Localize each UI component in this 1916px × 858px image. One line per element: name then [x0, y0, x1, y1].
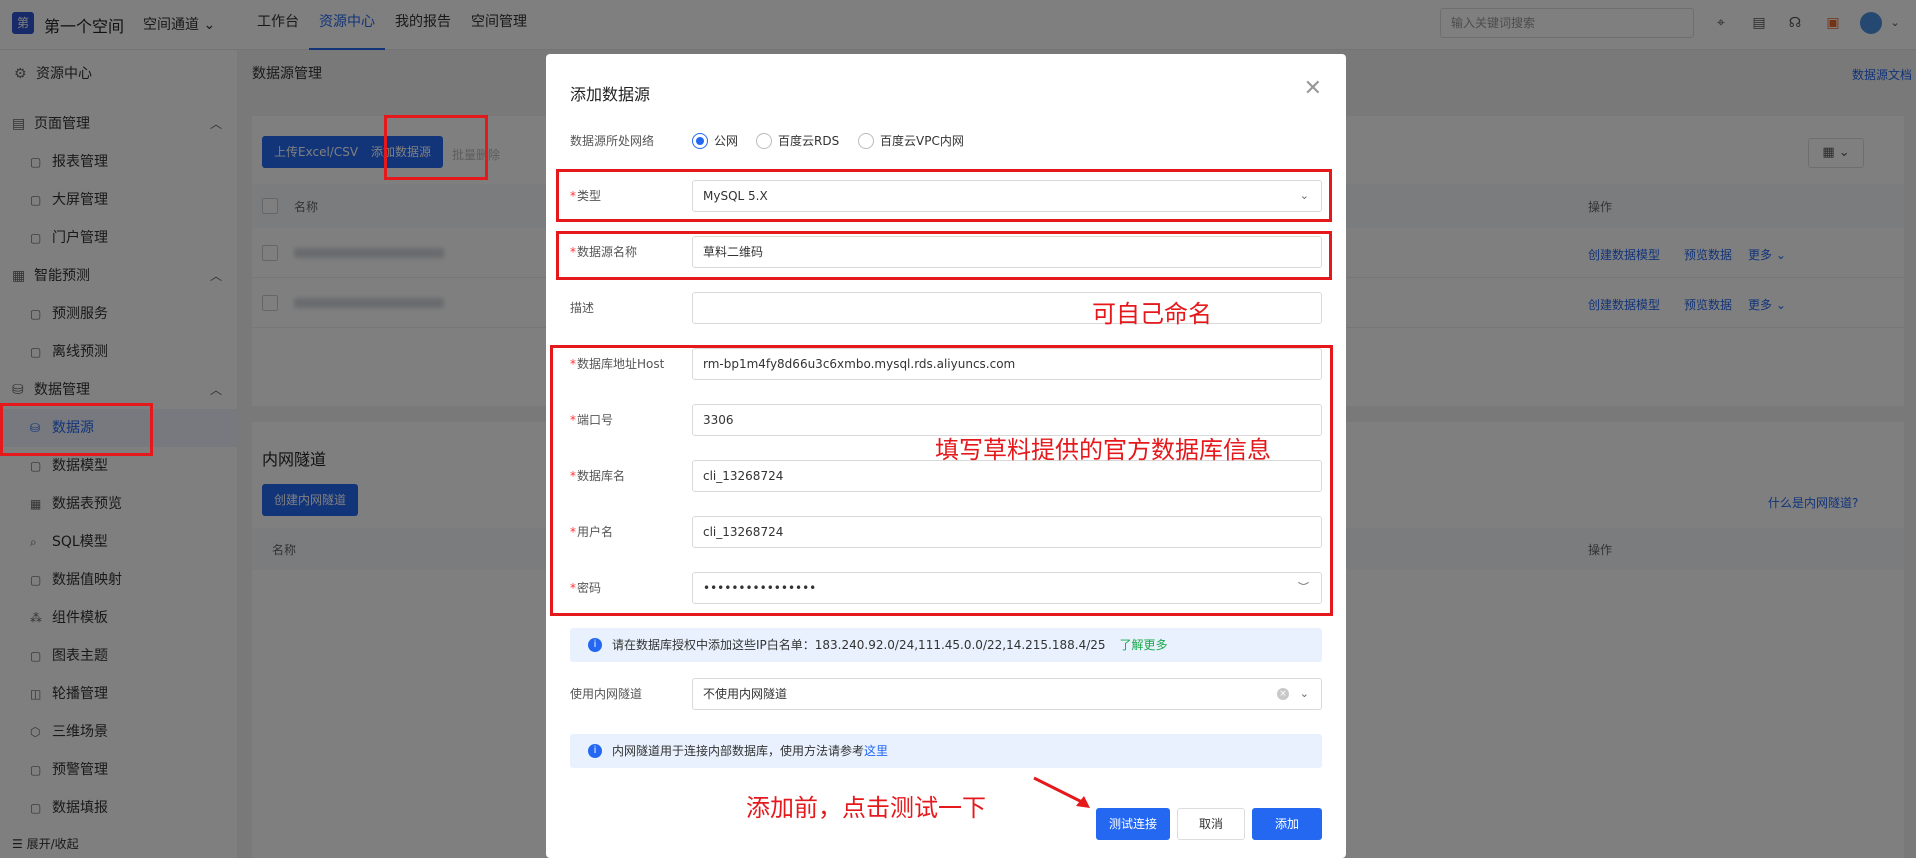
type-label: *类型	[570, 189, 602, 203]
tunnel-notice: i 内网隧道用于连接内部数据库，使用方法请参考这里	[570, 734, 1322, 768]
radio-public[interactable]: 公网	[692, 132, 738, 150]
type-label-text: 类型	[577, 189, 602, 203]
password-input[interactable]: •••••••••••••••• ︶	[692, 572, 1322, 604]
host-label: *数据库地址Host	[570, 357, 665, 371]
dialog-title: 添加数据源	[570, 85, 651, 104]
learn-more-link[interactable]: 了解更多	[1120, 638, 1168, 652]
radio-label: 百度云VPC内网	[880, 134, 964, 148]
tunnel-notice-text: 内网隧道用于连接内部数据库，使用方法请参考	[612, 744, 865, 758]
user-label-text: 用户名	[577, 525, 614, 539]
cancel-button[interactable]: 取消	[1177, 808, 1245, 840]
db-label-text: 数据库名	[577, 469, 626, 483]
host-label-text: 数据库地址Host	[577, 357, 665, 371]
radio-label: 公网	[714, 134, 739, 148]
radio-icon	[858, 132, 874, 149]
whitelist-notice: i 请在数据库授权中添加这些IP白名单：183.240.92.0/24,111.4…	[570, 628, 1322, 662]
annotation-arrow-icon	[1033, 776, 1090, 808]
name-input[interactable]: 草料二维码	[692, 236, 1322, 268]
desc-input[interactable]	[692, 292, 1322, 324]
port-label-text: 端口号	[577, 413, 614, 427]
type-select[interactable]: MySQL 5.X ⌄	[692, 180, 1322, 212]
tunnel-select[interactable]: 不使用内网隧道 × ⌄	[692, 678, 1322, 710]
add-button[interactable]: 添加	[1252, 808, 1322, 840]
chevron-down-icon: ⌄	[1299, 189, 1309, 202]
db-label: *数据库名	[570, 469, 626, 483]
tunnel-label: 使用内网隧道	[570, 687, 643, 701]
name-label-text: 数据源名称	[577, 245, 638, 259]
network-label: 数据源所处网络	[570, 134, 655, 148]
user-label: *用户名	[570, 525, 614, 539]
tunnel-value: 不使用内网隧道	[703, 687, 788, 701]
name-label: *数据源名称	[570, 245, 638, 259]
radio-label: 百度云RDS	[778, 134, 840, 148]
user-input[interactable]: cli_13268724	[692, 516, 1322, 548]
password-label-text: 密码	[577, 581, 602, 595]
info-icon: i	[588, 744, 602, 758]
info-icon: i	[588, 638, 602, 652]
eye-closed-icon[interactable]: ︶	[1298, 573, 1309, 603]
annotation-rename: 可自己命名	[1092, 300, 1212, 328]
desc-label: 描述	[570, 301, 595, 315]
chevron-down-icon: ⌄	[1299, 687, 1309, 700]
whitelist-text: 请在数据库授权中添加这些IP白名单：183.240.92.0/24,111.45…	[612, 638, 1106, 652]
radio-checked-icon	[692, 132, 708, 149]
password-value: ••••••••••••••••	[703, 581, 817, 595]
annotation-fill-info: 填写草料提供的官方数据库信息	[935, 436, 1271, 464]
radio-baidu-rds[interactable]: 百度云RDS	[756, 132, 839, 150]
clear-icon[interactable]: ×	[1277, 688, 1289, 700]
test-connection-button[interactable]: 测试连接	[1096, 808, 1170, 840]
port-label: *端口号	[570, 413, 614, 427]
radio-icon	[756, 132, 772, 149]
password-label: *密码	[570, 581, 602, 595]
radio-baidu-vpc[interactable]: 百度云VPC内网	[858, 132, 964, 150]
close-icon[interactable]: ✕	[1304, 76, 1322, 101]
type-value: MySQL 5.X	[703, 189, 768, 203]
host-input[interactable]: rm-bp1m4fy8d66u3c6xmbo.mysql.rds.aliyunc…	[692, 348, 1322, 380]
tunnel-doc-link[interactable]: 这里	[864, 744, 888, 758]
annotation-test-first: 添加前，点击测试一下	[746, 794, 986, 822]
